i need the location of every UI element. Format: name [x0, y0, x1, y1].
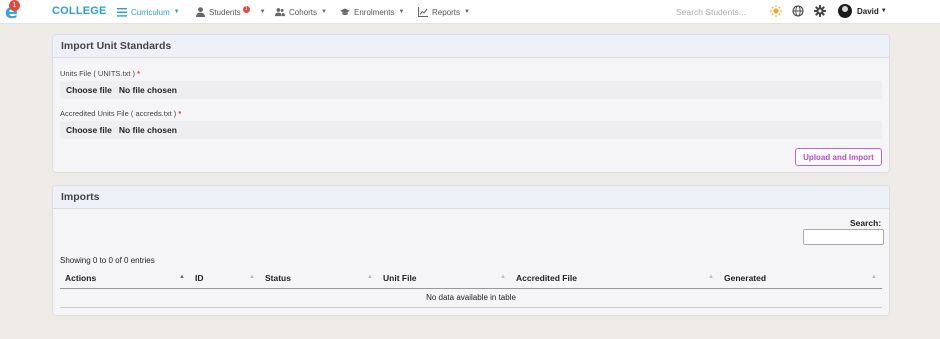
avatar [838, 4, 852, 18]
entries-info: Showing 0 to 0 of 0 entries [60, 256, 155, 265]
chevron-down-icon: ▼ [880, 8, 887, 14]
accreds-file-input[interactable]: Choose file No file chosen [60, 121, 882, 139]
sort-icon: ▲ [871, 274, 877, 280]
nav-curriculum[interactable]: Curriculum ▼ [117, 6, 180, 18]
globe-icon[interactable] [792, 5, 804, 17]
units-file-label-text: Units File ( UNITS.txt ) [60, 69, 136, 78]
column-label: Unit File [383, 273, 417, 284]
nav-cohorts[interactable]: Cohorts ▼ [275, 6, 327, 18]
upload-and-import-button[interactable]: Upload and Import [795, 148, 882, 166]
column-header-id[interactable]: ID ▲ [190, 269, 260, 289]
top-navbar: e 1 COLLEGE Curriculum ▼ Students 1 ▼ Co… [0, 0, 940, 24]
chart-line-icon [418, 7, 428, 17]
nav-enrolments-label: Enrolments [354, 7, 395, 17]
table-search-input[interactable] [803, 229, 884, 245]
nav-curriculum-label: Curriculum [131, 7, 170, 17]
imports-table: Actions ▲ ID ▲ Status ▲ Unit File ▲ Accredit… [60, 269, 882, 308]
required-marker: * [178, 109, 182, 118]
students-badge: 1 [242, 5, 250, 13]
accreds-file-label-text: Accredited Units File ( accreds.txt ) [60, 109, 177, 118]
table-search-label: Search: [850, 218, 882, 228]
sun-icon[interactable] [770, 5, 782, 17]
brand-name[interactable]: COLLEGE [52, 5, 107, 17]
required-marker: * [137, 69, 141, 78]
sort-icon: ▲ [500, 274, 506, 280]
column-header-actions[interactable]: Actions ▲ [60, 269, 190, 289]
logo-notification-badge: 1 [9, 0, 20, 11]
chevron-down-icon: ▼ [173, 9, 180, 15]
column-header-unit-file[interactable]: Unit File ▲ [378, 269, 511, 289]
empty-table-message: No data available in table [60, 288, 882, 308]
table-row: No data available in table [60, 288, 882, 308]
units-file-label: Units File ( UNITS.txt ) * [60, 69, 140, 78]
import-unit-standards-card: Import Unit Standards Units File ( UNITS… [52, 34, 890, 173]
list-icon [117, 7, 127, 17]
column-header-accredited-file[interactable]: Accredited File ▲ [511, 269, 719, 289]
card-title: Import Unit Standards [53, 35, 889, 58]
column-label: Actions [65, 273, 97, 284]
gear-icon[interactable] [814, 5, 826, 17]
choose-file-button[interactable]: Choose file [60, 85, 118, 95]
nav-reports[interactable]: Reports ▼ [418, 6, 470, 18]
column-label: Generated [724, 273, 767, 284]
column-label: Accredited File [516, 273, 577, 284]
accreds-file-label: Accredited Units File ( accreds.txt ) * [60, 109, 181, 118]
user-icon [195, 7, 205, 17]
chevron-down-icon: ▼ [321, 9, 327, 15]
card-title: Imports [53, 186, 889, 209]
file-status-text: No file chosen [118, 125, 177, 135]
nav-students-label: Students [209, 7, 241, 17]
app-logo[interactable]: e 1 [4, 0, 24, 22]
sort-icon: ▲ [708, 274, 714, 280]
student-search-input[interactable] [672, 3, 758, 20]
file-status-text: No file chosen [118, 85, 177, 95]
choose-file-button[interactable]: Choose file [60, 125, 118, 135]
sort-icon: ▲ [367, 274, 373, 280]
table-header-row: Actions ▲ ID ▲ Status ▲ Unit File ▲ Accredit… [60, 269, 882, 289]
chevron-down-icon: ▼ [464, 9, 470, 15]
nav-cohorts-label: Cohorts [289, 7, 318, 17]
column-label: ID [195, 273, 204, 284]
sort-icon: ▲ [249, 274, 255, 280]
nav-students[interactable]: Students 1 ▼ [195, 5, 266, 18]
units-file-input[interactable]: Choose file No file chosen [60, 81, 882, 99]
imports-card: Imports Search: Showing 0 to 0 of 0 entr… [52, 185, 890, 316]
user-name: David [857, 6, 879, 16]
nav-reports-label: Reports [432, 7, 461, 17]
column-label: Status [265, 273, 291, 284]
chevron-down-icon: ▼ [259, 9, 266, 15]
nav-enrolments[interactable]: Enrolments ▼ [340, 6, 404, 18]
user-menu[interactable]: David ▼ [838, 4, 887, 18]
chevron-down-icon: ▼ [398, 9, 405, 15]
column-header-status[interactable]: Status ▲ [260, 269, 378, 289]
graduation-cap-icon [340, 7, 350, 17]
users-icon [275, 7, 285, 17]
sort-asc-icon: ▲ [179, 274, 185, 280]
column-header-generated[interactable]: Generated ▲ [719, 269, 882, 289]
